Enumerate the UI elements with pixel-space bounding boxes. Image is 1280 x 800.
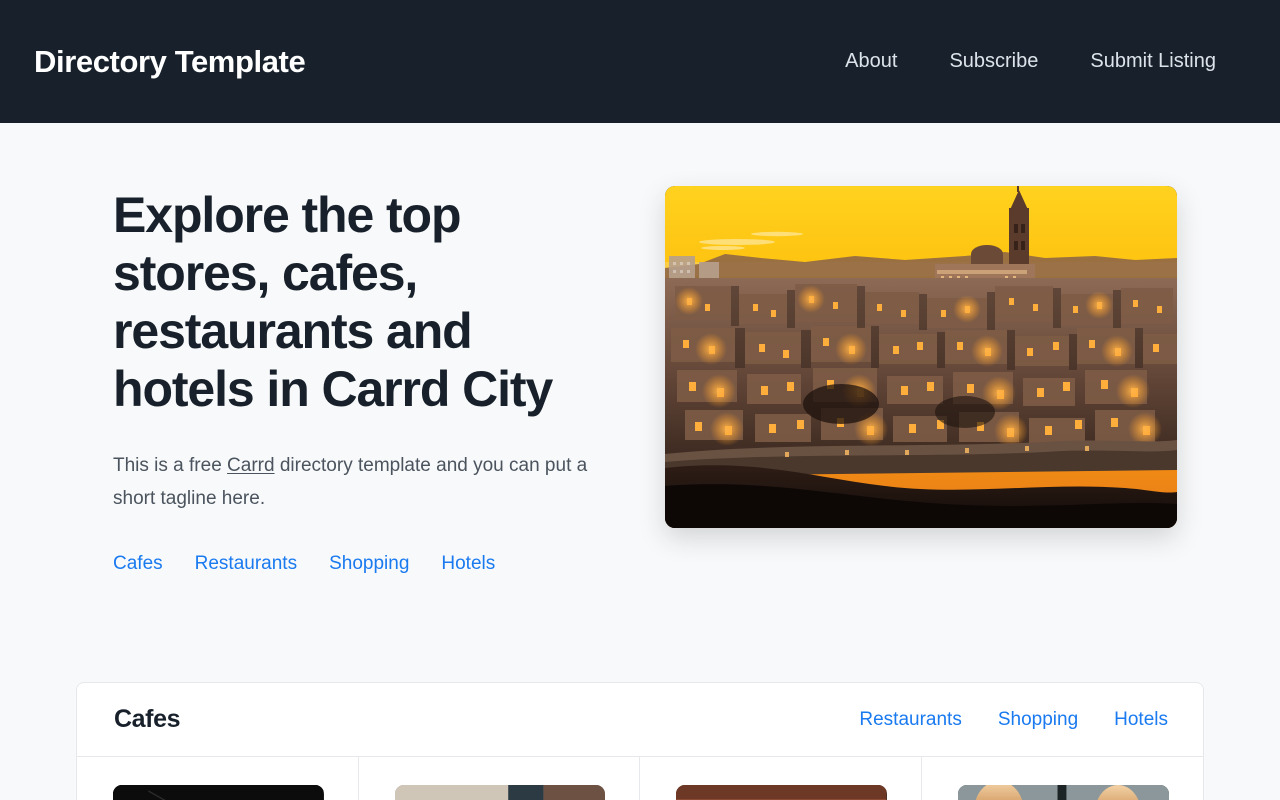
listing-thumbnail[interactable] xyxy=(394,785,605,800)
brand-title[interactable]: Directory Template xyxy=(34,44,306,80)
listing-thumbnail[interactable] xyxy=(113,785,324,800)
nav-link-submit-listing[interactable]: Submit Listing xyxy=(1090,50,1216,73)
hero-category-links: Cafes Restaurants Shopping Hotels xyxy=(113,553,613,575)
listings-title: Cafes xyxy=(114,705,181,733)
category-link-cafes[interactable]: Cafes xyxy=(113,553,163,575)
listing-thumbnail[interactable] xyxy=(957,785,1169,800)
listing-thumbnail[interactable] xyxy=(676,785,887,800)
hero-tagline: This is a free Carrd directory template … xyxy=(113,449,603,515)
carrd-link[interactable]: Carrd xyxy=(227,455,275,476)
hero-copy: Explore the top stores, cafes, restauran… xyxy=(113,186,613,575)
hero-title: Explore the top stores, cafes, restauran… xyxy=(113,187,553,417)
listings-card: Cafes Restaurants Shopping Hotels xyxy=(76,682,1204,800)
category-link-shopping[interactable]: Shopping xyxy=(329,553,409,575)
tab-hotels[interactable]: Hotels xyxy=(1114,709,1168,731)
listings-tabs: Restaurants Shopping Hotels xyxy=(859,709,1168,731)
main-navigation: About Subscribe Submit Listing xyxy=(845,50,1244,73)
nav-link-about[interactable]: About xyxy=(845,50,897,73)
listing-item[interactable] xyxy=(359,757,640,800)
hero-section: Explore the top stores, cafes, restauran… xyxy=(0,123,1280,575)
site-header: Directory Template About Subscribe Submi… xyxy=(0,0,1280,123)
listings-card-header: Cafes Restaurants Shopping Hotels xyxy=(77,683,1203,757)
nav-link-subscribe[interactable]: Subscribe xyxy=(949,50,1038,73)
tab-shopping[interactable]: Shopping xyxy=(998,709,1078,731)
tagline-text-before: This is a free xyxy=(113,455,228,476)
hero-image xyxy=(665,186,1177,528)
listing-item[interactable] xyxy=(640,757,922,800)
tab-restaurants[interactable]: Restaurants xyxy=(859,709,961,731)
category-link-restaurants[interactable]: Restaurants xyxy=(195,553,297,575)
listing-item[interactable] xyxy=(77,757,359,800)
category-link-hotels[interactable]: Hotels xyxy=(441,553,495,575)
listings-grid xyxy=(77,757,1203,800)
listing-item[interactable] xyxy=(922,757,1204,800)
